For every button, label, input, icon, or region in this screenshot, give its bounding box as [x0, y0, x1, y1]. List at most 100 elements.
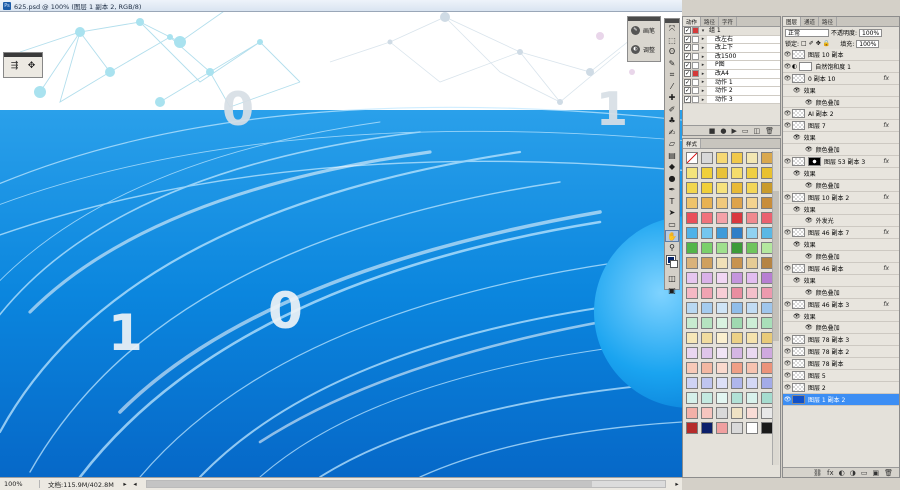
tab-layers[interactable]: 图层 [783, 17, 802, 26]
style-swatch[interactable] [746, 257, 758, 269]
style-swatch[interactable] [731, 302, 743, 314]
style-swatch[interactable] [746, 407, 758, 419]
trash-icon[interactable]: 🗑 [765, 126, 774, 135]
scrollbar-thumb[interactable] [147, 481, 593, 487]
scrollbar-thumb[interactable] [773, 191, 779, 341]
document-title-bar[interactable]: Ps 625.psd @ 100% (图层 1 副本 2, RGB/8) [0, 0, 682, 12]
style-swatch[interactable] [716, 302, 728, 314]
style-swatch[interactable] [731, 407, 743, 419]
layer-mask-thumbnail[interactable] [808, 156, 821, 166]
layer-row[interactable]: 👁 图层 5 [783, 370, 899, 382]
visibility-eye-icon[interactable]: 👁 [783, 75, 792, 82]
new-layer-icon[interactable]: ▣ [872, 468, 879, 477]
layer-row[interactable]: 👁 图层 78 副本 3 [783, 334, 899, 347]
align-icon[interactable]: ⇶ [8, 60, 21, 73]
fill-input[interactable]: 100% [856, 39, 880, 48]
effect-eye-icon[interactable]: 👁 [793, 134, 801, 141]
style-swatch[interactable] [716, 257, 728, 269]
style-swatch[interactable] [716, 167, 728, 179]
effect-eye-icon[interactable]: 👁 [805, 99, 813, 106]
style-swatch[interactable] [686, 212, 698, 224]
style-swatch[interactable] [731, 242, 743, 254]
action-checkbox[interactable]: ✓ [684, 35, 691, 43]
background-color[interactable] [670, 260, 678, 268]
crop-tool-icon[interactable]: ⌗ [665, 69, 679, 81]
link-layers-icon[interactable]: ⛓ [813, 468, 822, 477]
fx-icon[interactable]: fx [883, 265, 889, 272]
style-swatch[interactable] [716, 212, 728, 224]
style-swatch[interactable] [701, 167, 713, 179]
effect-eye-icon[interactable]: 👁 [805, 324, 813, 331]
layer-effect-row[interactable]: 👁 效果 [783, 274, 899, 287]
puppet-pin-icon[interactable]: ✥ [25, 60, 38, 73]
new-group-icon[interactable]: ▭ [861, 468, 868, 477]
style-swatch[interactable] [716, 242, 728, 254]
dialog-toggle[interactable] [692, 78, 699, 86]
style-swatch[interactable] [716, 407, 728, 419]
action-row[interactable]: ✓ ▸ 动作 1 [683, 78, 780, 88]
action-checkbox[interactable]: ✓ [684, 96, 691, 104]
style-swatch[interactable] [701, 422, 713, 434]
visibility-eye-icon[interactable]: 👁 [783, 63, 792, 70]
blur-tool-icon[interactable]: ◆ [665, 161, 679, 173]
visibility-eye-icon[interactable]: 👁 [783, 301, 792, 308]
layer-effect-row[interactable]: 👁 颜色叠加 [783, 286, 899, 299]
layer-row[interactable]: 👁 图层 1 副本 2 [783, 393, 899, 406]
style-swatch[interactable] [731, 152, 743, 164]
style-swatch[interactable] [686, 347, 698, 359]
effect-eye-icon[interactable]: 👁 [805, 289, 813, 296]
quick-mask-icon[interactable]: ◫ [665, 273, 679, 285]
layer-effect-row[interactable]: 👁 效果 [783, 239, 899, 252]
action-row[interactable]: ✓ ▾ 组 1 [683, 27, 780, 36]
style-swatch[interactable] [686, 422, 698, 434]
style-swatch[interactable] [746, 347, 758, 359]
style-swatch[interactable] [716, 197, 728, 209]
style-swatch[interactable] [701, 332, 713, 344]
expand-arrow-icon[interactable]: ▸ [699, 71, 707, 77]
fx-icon[interactable]: fx [883, 229, 889, 236]
style-swatch[interactable] [701, 317, 713, 329]
layer-row[interactable]: 👁 ◐ 自然饱和度 1 [783, 60, 899, 73]
style-swatch[interactable] [731, 317, 743, 329]
style-swatch[interactable] [701, 227, 713, 239]
style-swatch[interactable] [686, 152, 698, 164]
zoom-level[interactable]: 100% [0, 480, 40, 488]
status-menu-arrow-icon[interactable]: ▸ [120, 480, 130, 488]
new-action-icon[interactable]: ◫ [753, 126, 760, 135]
layer-effect-row[interactable]: 👁 效果 [783, 84, 899, 97]
style-swatch[interactable] [731, 332, 743, 344]
action-checkbox[interactable]: ✓ [684, 53, 691, 61]
new-adjustment-icon[interactable]: ◑ [850, 468, 856, 477]
action-checkbox[interactable]: ✓ [684, 27, 691, 35]
style-swatch[interactable] [731, 167, 743, 179]
dialog-toggle[interactable] [692, 44, 699, 52]
blend-mode-select[interactable]: 正常 [785, 28, 829, 37]
layer-effect-row[interactable]: 👁 外发光 [783, 215, 899, 228]
lock-pixels-icon[interactable]: ✐ [809, 40, 814, 47]
style-swatch[interactable] [716, 317, 728, 329]
play-icon[interactable]: ▶ [731, 126, 736, 135]
style-swatch[interactable] [716, 182, 728, 194]
style-swatch[interactable] [716, 272, 728, 284]
expand-arrow-icon[interactable]: ▸ [699, 36, 707, 42]
healing-tool-icon[interactable]: ✚ [665, 92, 679, 104]
layer-effect-row[interactable]: 👁 颜色叠加 [783, 179, 899, 192]
style-swatch[interactable] [686, 302, 698, 314]
lock-transparent-icon[interactable]: □ [801, 40, 807, 47]
style-swatch[interactable] [746, 332, 758, 344]
style-swatch[interactable] [686, 392, 698, 404]
dialog-toggle[interactable] [692, 70, 699, 78]
gradient-tool-icon[interactable]: ▤ [665, 150, 679, 162]
dialog-toggle[interactable] [692, 96, 699, 104]
shape-tool-icon[interactable]: ▭ [665, 219, 679, 231]
visibility-eye-icon[interactable]: 👁 [783, 194, 792, 201]
style-swatch[interactable] [731, 422, 743, 434]
expand-arrow-icon[interactable]: ▸ [699, 97, 707, 103]
action-row[interactable]: ✓ ▸ 改左右 [683, 35, 780, 45]
style-swatch[interactable] [686, 242, 698, 254]
style-swatch[interactable] [716, 347, 728, 359]
style-swatch[interactable] [701, 257, 713, 269]
visibility-eye-icon[interactable]: 👁 [783, 110, 792, 117]
adjustments-panel-button[interactable]: ◐ 调整 [628, 40, 660, 59]
style-swatch[interactable] [716, 392, 728, 404]
